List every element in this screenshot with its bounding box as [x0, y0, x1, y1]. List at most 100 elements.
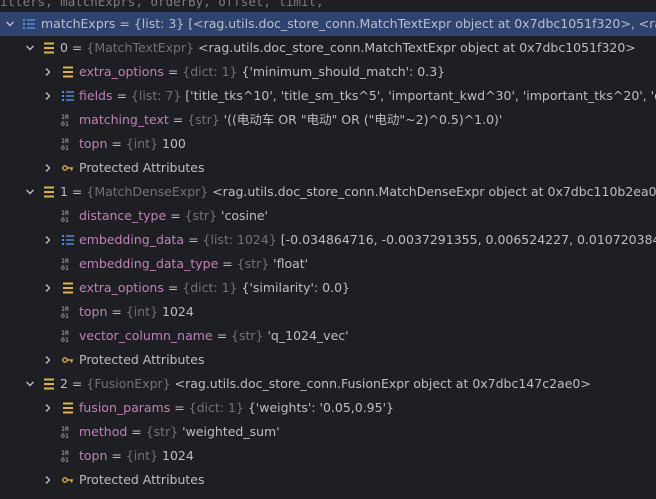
type-hint: {MatchDenseExpr} [86, 184, 209, 199]
tree-row-fields[interactable]: fields = {list: 7} ['title_tks^10', 'tit… [0, 84, 656, 108]
svg-text:01: 01 [61, 120, 69, 127]
primitive-value-icon: 10 01 [61, 209, 75, 223]
chevron-down-icon[interactable] [4, 12, 16, 36]
tree-row-fusion-params[interactable]: fusion_params = {dict: 1} {'weights': '0… [0, 396, 656, 420]
attribute-name: method [79, 424, 128, 439]
attribute-name: fusion_params [79, 400, 171, 415]
tree-row-label: fields = {list: 7} ['title_tks^10', 'tit… [79, 84, 656, 108]
tree-row-extra-options[interactable]: extra_options = {dict: 1} {'minimum_shou… [0, 60, 656, 84]
tree-row-partial[interactable] [0, 492, 656, 499]
tree-row-topn[interactable]: 10 01 topn = {int} 1024 [0, 300, 656, 324]
attribute-value: 1024 [158, 448, 194, 463]
chevron-right-icon[interactable] [42, 468, 54, 492]
svg-text:01: 01 [61, 432, 69, 439]
tree-row-protected-attributes[interactable]: Protected Attributes [0, 348, 656, 372]
svg-text:01: 01 [61, 312, 69, 319]
primitive-value-icon: 10 01 [61, 425, 75, 439]
svg-text:01: 01 [61, 216, 69, 223]
type-hint: {dict: 1} [182, 280, 238, 295]
chevron-right-icon[interactable] [42, 348, 54, 372]
type-hint: {list: 7} [130, 88, 182, 103]
tree-row-label: matching_text = {str} '((电动车 OR "电动" OR … [79, 112, 503, 127]
chevron-down-icon[interactable] [24, 180, 36, 204]
object-icon [61, 65, 75, 79]
type-hint: {str} [231, 328, 264, 343]
type-hint: {str} [187, 112, 220, 127]
primitive-value-icon: 10 01 [61, 449, 75, 463]
tree-row-topn[interactable]: 10 01 topn = {int} 1024 [0, 444, 656, 468]
object-icon [42, 41, 56, 55]
svg-text:01: 01 [61, 456, 69, 463]
tree-row-matching-text[interactable]: 10 01 matching_text = {str} '((电动车 OR "电动… [0, 108, 656, 132]
primitive-value-icon: 10 01 [61, 257, 75, 271]
chevron-down-icon[interactable] [24, 36, 36, 60]
variable-value: <rag.utils.doc_store_conn.MatchDenseExpr… [208, 184, 656, 199]
attribute-value: 100 [158, 136, 186, 151]
chevron-right-icon[interactable] [42, 156, 54, 180]
svg-text:01: 01 [61, 336, 69, 343]
type-hint: {str} [184, 208, 218, 223]
tree-row-label: vector_column_name = {str} 'q_1024_vec' [79, 328, 349, 343]
attribute-name: extra_options [79, 64, 164, 79]
object-icon [42, 185, 56, 199]
type-hint: {dict: 1} [188, 400, 244, 415]
tree-row-item-0[interactable]: 0 = {MatchTextExpr} <rag.utils.doc_store… [0, 36, 656, 60]
type-hint: {str} [236, 256, 270, 271]
chevron-right-icon[interactable] [42, 228, 54, 252]
variable-value: <rag.utils.doc_store_conn.MatchTextExpr … [194, 40, 636, 55]
variable-name: 0 [60, 40, 68, 55]
attribute-name: vector_column_name [79, 328, 213, 343]
protected-key-icon [61, 353, 75, 367]
type-hint: {str} [145, 424, 179, 439]
variable-name: matchExprs [41, 16, 116, 31]
chevron-right-icon[interactable] [42, 396, 54, 420]
tree-row-label: embedding_data_type = {str} 'float' [79, 256, 309, 271]
primitive-value-icon: 10 01 [61, 137, 75, 151]
chevron-right-icon[interactable] [42, 60, 54, 84]
chevron-right-icon[interactable] [42, 492, 54, 499]
attribute-value: 'cosine' [217, 208, 268, 223]
tree-row-embedding-data-type[interactable]: 10 01 embedding_data_type = {str} 'float' [0, 252, 656, 276]
list-icon [61, 89, 75, 103]
chevron-right-icon[interactable] [42, 276, 54, 300]
primitive-value-icon: 10 01 [61, 329, 75, 343]
object-icon [42, 377, 56, 391]
tree-row-topn[interactable]: 10 01 topn = {int} 100 [0, 132, 656, 156]
variables-tree: matchExprs = {list: 3} [<rag.utils.doc_s… [0, 12, 656, 499]
attribute-name: embedding_data [79, 232, 185, 247]
attribute-name: embedding_data_type [79, 256, 219, 271]
tree-row-label: 0 = {MatchTextExpr} <rag.utils.doc_store… [60, 36, 636, 60]
attribute-value: 1024 [158, 304, 194, 319]
tree-row-label: method = {str} 'weighted_sum' [79, 424, 280, 439]
attribute-name: topn [79, 136, 108, 151]
equals-sign: = [115, 16, 134, 31]
type-hint: {dict: 1} [182, 64, 238, 79]
attribute-name: topn [79, 304, 108, 319]
code-editor-line: itters, matchExprs, orderBy, offset, lim… [0, 0, 324, 9]
tree-row-extra-options[interactable]: extra_options = {dict: 1} {'similarity':… [0, 276, 656, 300]
attribute-name: topn [79, 448, 108, 463]
chevron-down-icon[interactable] [24, 372, 36, 396]
tree-row-protected-attributes[interactable]: Protected Attributes [0, 468, 656, 492]
equals-sign: = [67, 40, 87, 55]
tree-row-item-2[interactable]: 2 = {FusionExpr} <rag.utils.doc_store_co… [0, 372, 656, 396]
tree-row-item-1[interactable]: 1 = {MatchDenseExpr} <rag.utils.doc_stor… [0, 180, 656, 204]
tree-row-protected-attributes[interactable]: Protected Attributes [0, 156, 656, 180]
tree-row-distance-type[interactable]: 10 01 distance_type = {str} 'cosine' [0, 204, 656, 228]
chevron-right-icon[interactable] [42, 84, 54, 108]
list-icon [61, 233, 75, 247]
tree-row-label: topn = {int} 100 [79, 136, 186, 151]
object-icon [61, 401, 75, 415]
type-hint: {list: 1024} [202, 232, 277, 247]
tree-row-vector-column-name[interactable]: 10 01 vector_column_name = {str} 'q_1024_… [0, 324, 656, 348]
variable-value: <rag.utils.doc_store_conn.FusionExpr obj… [170, 376, 591, 391]
tree-row-label: topn = {int} 1024 [79, 448, 194, 463]
variable-name: 1 [60, 184, 68, 199]
tree-row-matchexprs[interactable]: matchExprs = {list: 3} [<rag.utils.doc_s… [0, 12, 656, 36]
tree-row-method[interactable]: 10 01 method = {str} 'weighted_sum' [0, 420, 656, 444]
attribute-name: extra_options [79, 280, 164, 295]
attribute-value: 'weighted_sum' [178, 424, 280, 439]
tree-row-embedding-data[interactable]: embedding_data = {list: 1024} [-0.034864… [0, 228, 656, 252]
svg-text:01: 01 [61, 144, 69, 151]
type-hint: {int} [125, 136, 159, 151]
